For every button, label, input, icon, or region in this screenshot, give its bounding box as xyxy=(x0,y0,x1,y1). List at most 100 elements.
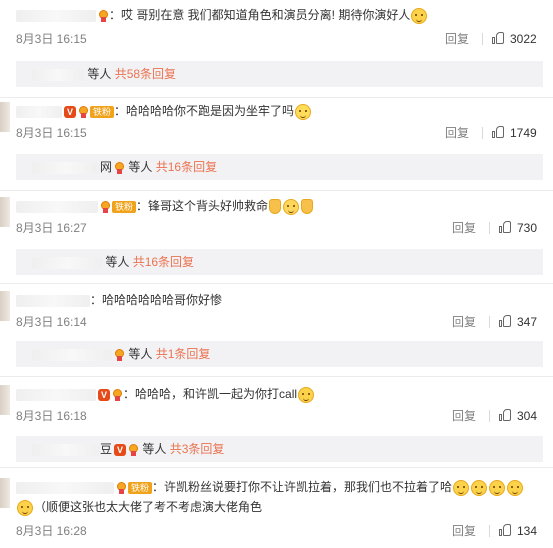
reply-button[interactable]: 回复 xyxy=(445,30,469,48)
fan-badge: 铁粉 xyxy=(90,105,115,118)
verified-v-icon: V xyxy=(98,388,110,401)
comment-line: ：哎 哥别在意 我们都知道角色和演员分离! 期待你演好人 xyxy=(16,6,543,24)
verified-v-icon: V xyxy=(64,105,76,118)
comment-meta: 8月3日 16:14 回复 347 xyxy=(16,313,543,331)
view-replies-link[interactable]: 共16条回复 xyxy=(156,160,217,174)
thumbs-up-icon xyxy=(499,409,511,421)
username[interactable] xyxy=(16,294,90,307)
doge-icon xyxy=(471,479,488,496)
replier-name xyxy=(32,68,84,81)
medal-icon xyxy=(114,161,125,174)
like-button[interactable]: 1749 xyxy=(492,124,537,142)
username[interactable] xyxy=(16,388,96,401)
verified-v-icon: V xyxy=(114,443,127,456)
medal-icon xyxy=(78,105,89,118)
comment-meta: 8月3日 16:15 回复 3022 xyxy=(16,30,543,48)
smirk-icon xyxy=(295,103,312,120)
comment-line: V ：哈哈哈，和许凯一起为你打call xyxy=(16,385,543,403)
avatar[interactable] xyxy=(0,478,10,508)
replier-name xyxy=(32,161,100,174)
divider xyxy=(0,376,553,377)
like-count: 347 xyxy=(517,315,538,329)
view-replies-link[interactable]: 共1条回复 xyxy=(156,347,211,361)
comment-text: 哎 哥别在意 我们都知道角色和演员分离! 期待你演好人 xyxy=(121,8,411,22)
thumbs-up-icon xyxy=(492,126,504,138)
comment-text: 哈哈哈，和许凯一起为你打call xyxy=(135,387,298,401)
like-count: 730 xyxy=(517,221,538,235)
medal-icon xyxy=(100,200,111,213)
avatar[interactable] xyxy=(0,385,10,415)
medal-icon xyxy=(116,481,127,494)
like-count: 1749 xyxy=(510,126,537,140)
replier-name xyxy=(32,256,102,269)
timestamp: 8月3日 16:15 xyxy=(16,32,87,46)
comment-line: V 铁粉 ：哈哈哈哈你不跑是因为坐牢了吗 xyxy=(16,102,543,120)
timestamp: 8月3日 16:27 xyxy=(16,221,87,235)
comment-item: ：哈哈哈哈哈哈哥你好惨 8月3日 16:14 回复 347 等人 共1条回复 xyxy=(0,291,553,379)
reply-button[interactable]: 回复 xyxy=(445,124,469,142)
fan-badge: 铁粉 xyxy=(112,200,137,213)
reply-button[interactable]: 回复 xyxy=(452,522,476,540)
like-button[interactable]: 3022 xyxy=(492,30,537,48)
comment-item: ：哎 哥别在意 我们都知道角色和演员分离! 期待你演好人 8月3日 16:15 … xyxy=(0,6,553,96)
comment-meta: 8月3日 16:27 回复 730 xyxy=(16,219,543,237)
reply-summary[interactable]: 等人 共1条回复 xyxy=(16,341,543,367)
username[interactable] xyxy=(16,200,98,213)
comment-meta: 8月3日 16:18 回复 304 xyxy=(16,407,543,425)
avatar[interactable] xyxy=(0,291,10,321)
medal-icon xyxy=(114,348,125,361)
like-button[interactable]: 134 xyxy=(499,522,537,540)
view-replies-link[interactable]: 共16条回复 xyxy=(133,255,194,269)
reply-button[interactable]: 回复 xyxy=(452,407,476,425)
comment-item: V ：哈哈哈，和许凯一起为你打call 8月3日 16:18 回复 304 豆V … xyxy=(0,385,553,471)
timestamp: 8月3日 16:18 xyxy=(16,409,87,423)
avatar[interactable] xyxy=(0,102,10,132)
username[interactable] xyxy=(16,481,114,494)
doge-icon xyxy=(411,7,428,24)
doge-icon xyxy=(453,479,470,496)
timestamp: 8月3日 16:14 xyxy=(16,315,87,329)
thumbs-up-icon xyxy=(301,199,314,215)
reply-summary[interactable]: 豆V 等人 共3条回复 xyxy=(16,436,543,462)
view-replies-link[interactable]: 共58条回复 xyxy=(115,67,176,81)
reply-button[interactable]: 回复 xyxy=(452,313,476,331)
comment-text: 许凯粉丝说要打你不让许凯拉着，那我们也不拉着了哈 xyxy=(164,480,453,494)
comment-text: 锋哥这个背头好帅救命 xyxy=(148,199,269,213)
divider xyxy=(0,283,553,284)
doge-icon xyxy=(507,479,524,496)
divider xyxy=(0,190,553,191)
thumbs-up-icon xyxy=(499,524,511,536)
comment-line: ：哈哈哈哈哈哈哥你好惨 xyxy=(16,291,543,309)
reply-summary[interactable]: 等人 共58条回复 xyxy=(16,61,543,87)
divider xyxy=(0,97,553,98)
avatar[interactable] xyxy=(0,197,10,227)
comment-item: 铁粉 ：许凯粉丝说要打你不让许凯拉着，那我们也不拉着了哈 （顺便这张也太大佬了考不… xyxy=(0,478,553,544)
comment-line-2: （顺便这张也太大佬了考不考虑演大佬角色 xyxy=(16,498,543,516)
timestamp: 8月3日 16:15 xyxy=(16,126,87,140)
like-count: 134 xyxy=(517,524,538,538)
replier-name xyxy=(32,443,100,456)
view-replies-link[interactable]: 共3条回复 xyxy=(170,442,225,456)
reply-summary[interactable]: 等人 共16条回复 xyxy=(16,249,543,275)
like-button[interactable]: 347 xyxy=(499,313,537,331)
comment-text-continued: （顺便这张也太大佬了考不考虑演大佬角色 xyxy=(34,500,263,514)
comment-item: 铁粉 ：锋哥这个背头好帅救命 8月3日 16:27 回复 730 等人 共16条回… xyxy=(0,197,553,283)
timestamp: 8月3日 16:28 xyxy=(16,524,87,538)
reply-summary[interactable]: 网 等人 共16条回复 xyxy=(16,154,543,180)
doge-icon xyxy=(17,499,33,516)
thumbs-up-icon xyxy=(269,199,282,215)
thumbs-up-icon xyxy=(499,315,511,327)
comment-text: 哈哈哈哈哈哈哥你好惨 xyxy=(102,293,223,307)
doge-icon xyxy=(489,479,506,496)
username[interactable] xyxy=(16,105,62,118)
username[interactable] xyxy=(16,9,96,22)
divider xyxy=(0,467,553,468)
comment-line: 铁粉 ：锋哥这个背头好帅救命 xyxy=(16,197,543,215)
like-button[interactable]: 730 xyxy=(499,219,537,237)
replier-name xyxy=(32,348,112,361)
thumbs-up-icon xyxy=(499,221,511,233)
like-button[interactable]: 304 xyxy=(499,407,537,425)
comment-item: V 铁粉 ：哈哈哈哈你不跑是因为坐牢了吗 8月3日 16:15 回复 1749 网 … xyxy=(0,102,553,190)
reply-button[interactable]: 回复 xyxy=(452,219,476,237)
doge-icon xyxy=(298,386,315,403)
